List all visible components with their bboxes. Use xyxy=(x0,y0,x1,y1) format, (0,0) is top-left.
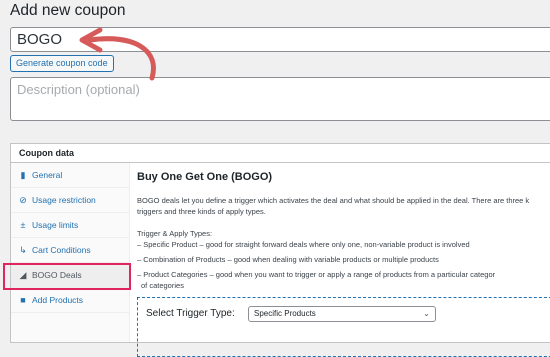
tab-label: General xyxy=(32,170,63,180)
bullet-combination-products: – Combination of Products – good when de… xyxy=(137,255,439,264)
megaphone-icon: ◢ xyxy=(19,270,27,280)
bogo-content: Buy One Get One (BOGO) BOGO deals let yo… xyxy=(137,163,550,357)
bogo-intro-line1: BOGO deals let you define a trigger whic… xyxy=(137,196,530,205)
cart-icon: ↳ xyxy=(19,245,27,255)
coupon-code-value: BOGO xyxy=(17,31,63,48)
coupon-data-tabs: ▮ General ⊘ Usage restriction ± Usage li… xyxy=(11,163,130,342)
plus-minus-icon: ± xyxy=(20,220,26,230)
tab-cart-conditions[interactable]: ↳ Cart Conditions xyxy=(11,238,129,263)
description-field[interactable] xyxy=(10,77,550,121)
tab-add-products[interactable]: ■ Add Products xyxy=(11,288,129,313)
tab-label: Usage restriction xyxy=(32,195,96,205)
trigger-type-box: Select Trigger Type: Specific Products ⌄ xyxy=(137,297,550,357)
types-heading: Trigger & Apply Types: xyxy=(137,229,213,238)
tab-usage-limits[interactable]: ± Usage limits xyxy=(11,213,129,238)
page-title: Add new coupon xyxy=(10,2,126,19)
tab-usage-restriction[interactable]: ⊘ Usage restriction xyxy=(11,188,129,213)
tab-bogo-deals[interactable]: ◢ BOGO Deals xyxy=(11,263,129,288)
chevron-down-icon: ⌄ xyxy=(423,309,430,318)
tab-label: BOGO Deals xyxy=(32,270,82,280)
bullet-continuation: of categories xyxy=(141,281,184,290)
trigger-type-select[interactable]: Specific Products ⌄ xyxy=(248,306,436,322)
package-icon: ■ xyxy=(20,295,26,305)
bullet-specific-product: – Specific Product – good for straight f… xyxy=(137,240,470,249)
tab-label: Usage limits xyxy=(32,220,79,230)
trigger-type-value: Specific Products xyxy=(254,309,316,318)
tab-label: Add Products xyxy=(32,295,84,305)
ticket-icon: ▮ xyxy=(20,170,26,180)
trigger-type-label: Select Trigger Type: xyxy=(146,308,235,319)
tab-general[interactable]: ▮ General xyxy=(11,163,129,188)
curved-arrow-annotation xyxy=(79,27,156,81)
tab-label: Cart Conditions xyxy=(32,245,91,255)
coupon-data-panel: Coupon data ▮ General ⊘ Usage restrictio… xyxy=(10,143,550,357)
bogo-intro-line2: triggers and three kinds of apply types. xyxy=(137,207,266,216)
block-icon: ⊘ xyxy=(19,195,27,205)
coupon-data-heading: Coupon data xyxy=(11,144,550,163)
bogo-title: Buy One Get One (BOGO) xyxy=(137,171,273,183)
bullet-product-categories: – Product Categories – good when you wan… xyxy=(137,270,496,279)
